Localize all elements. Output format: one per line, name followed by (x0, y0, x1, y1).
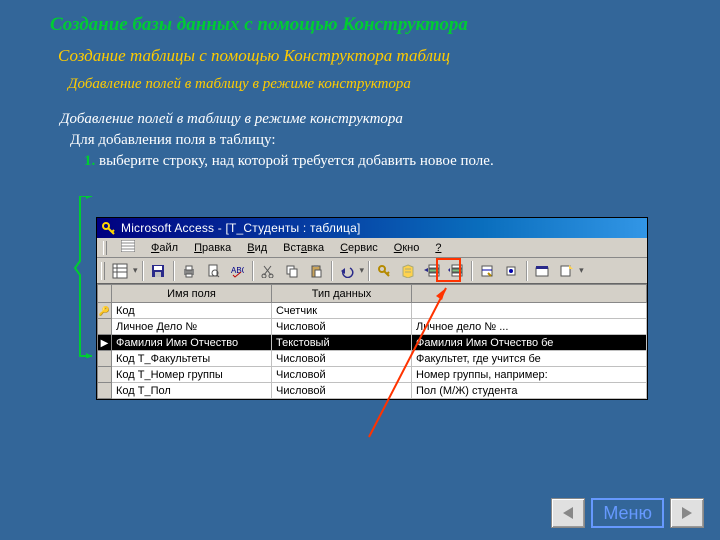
subsubtitle: Добавление полей в таблицу в режиме конс… (0, 66, 720, 93)
spellcheck-icon[interactable]: ABC (226, 260, 248, 282)
current-row-icon: ▶ (101, 338, 109, 349)
row-selector[interactable] (98, 319, 112, 335)
builder-icon[interactable] (500, 260, 522, 282)
paste-icon[interactable] (305, 260, 327, 282)
access-toolbar: ▾ ABC ▾ ▾ (97, 258, 647, 284)
table-row[interactable]: 🔑КодСчетчик (98, 303, 647, 319)
table-row[interactable]: Код Т_ФакультетыЧисловойФакультет, где у… (98, 351, 647, 367)
description-cell[interactable] (412, 303, 647, 319)
prev-button[interactable] (551, 498, 585, 528)
step-1-number: 1. (84, 153, 95, 169)
header-description (412, 285, 647, 303)
preview-icon[interactable] (202, 260, 224, 282)
design-table: Имя поля Тип данных 🔑КодСчетчикЛичное Де… (97, 284, 647, 399)
header-data-type: Тип данных (272, 285, 412, 303)
description-cell[interactable]: Личное дело № ... (412, 319, 647, 335)
field-name-cell[interactable]: Код Т_Факультеты (112, 351, 272, 367)
table-row[interactable]: Код Т_ПолЧисловойПол (М/Ж) студента (98, 383, 647, 399)
table-row[interactable]: ▶Фамилия Имя ОтчествоТекстовыйФамилия Им… (98, 335, 647, 351)
table-row[interactable]: Код Т_Номер группыЧисловойНомер группы, … (98, 367, 647, 383)
field-name-cell[interactable]: Код Т_Номер группы (112, 367, 272, 383)
field-name-cell[interactable]: Код (112, 303, 272, 319)
menu-file[interactable]: Файл (145, 241, 184, 255)
bottom-nav: Меню (551, 498, 704, 528)
form-icon[interactable] (115, 239, 141, 256)
description-cell[interactable]: Факультет, где учится бе (412, 351, 647, 367)
description-cell[interactable]: Номер группы, например: (412, 367, 647, 383)
indexes-icon[interactable] (397, 260, 419, 282)
step-1: 1. выберите строку, над которой требуетс… (0, 149, 720, 170)
menu-help[interactable]: ? (429, 241, 447, 255)
table-row[interactable]: Личное Дело №ЧисловойЛичное дело № ... (98, 319, 647, 335)
next-button[interactable] (670, 498, 704, 528)
view-button[interactable] (109, 260, 131, 282)
access-titlebar: Microsoft Access - [Т_Студенты : таблица… (97, 218, 647, 238)
menu-edit[interactable]: Правка (188, 241, 237, 255)
copy-icon[interactable] (281, 260, 303, 282)
header-field-name: Имя поля (112, 285, 272, 303)
menu-insert[interactable]: Вставка (277, 241, 330, 255)
new-object-dd[interactable]: ▾ (579, 265, 584, 276)
menubar-grip (103, 241, 107, 255)
row-selector[interactable]: ▶ (98, 335, 112, 351)
view-dd[interactable]: ▾ (133, 265, 138, 276)
field-name-cell[interactable]: Личное Дело № (112, 319, 272, 335)
field-name-cell[interactable]: Фамилия Имя Отчество (112, 335, 272, 351)
db-window-icon[interactable] (531, 260, 553, 282)
save-icon[interactable] (147, 260, 169, 282)
menu-service[interactable]: Сервис (334, 241, 384, 255)
field-name-cell[interactable]: Код Т_Пол (112, 383, 272, 399)
data-type-cell[interactable]: Числовой (272, 367, 412, 383)
arrow-left-icon (559, 504, 577, 522)
primary-key-icon[interactable] (373, 260, 395, 282)
data-type-cell[interactable]: Числовой (272, 383, 412, 399)
access-title-text: Microsoft Access - [Т_Студенты : таблица… (121, 221, 361, 235)
undo-dd[interactable]: ▾ (360, 265, 365, 276)
description-cell[interactable]: Пол (М/Ж) студента (412, 383, 647, 399)
body-heading: Добавление полей в таблицу в режиме конс… (0, 93, 720, 128)
undo-icon[interactable] (336, 260, 358, 282)
print-icon[interactable] (178, 260, 200, 282)
row-selector[interactable] (98, 351, 112, 367)
subtitle: Создание таблицы с помощью Конструктора … (0, 36, 720, 66)
cut-icon[interactable] (257, 260, 279, 282)
properties-icon[interactable] (476, 260, 498, 282)
svg-text:ABC: ABC (231, 266, 244, 275)
header-rowsel (98, 285, 112, 303)
menu-view[interactable]: Вид (241, 241, 273, 255)
insert-rows-icon[interactable] (421, 260, 443, 282)
data-type-cell[interactable]: Текстовый (272, 335, 412, 351)
menu-button[interactable]: Меню (591, 498, 664, 528)
row-selector[interactable] (98, 367, 112, 383)
body-intro: Для добавления поля в таблицу: (0, 128, 720, 149)
data-type-cell[interactable]: Числовой (272, 319, 412, 335)
step-1-text: выберите строку, над которой требуется д… (95, 153, 493, 169)
primary-key-icon: 🔑 (99, 306, 110, 316)
access-window: Microsoft Access - [Т_Студенты : таблица… (96, 217, 648, 400)
data-type-cell[interactable]: Числовой (272, 351, 412, 367)
row-selector[interactable]: 🔑 (98, 303, 112, 319)
toolbar-grip (101, 262, 105, 280)
menu-window[interactable]: Окно (388, 241, 426, 255)
row-selector[interactable] (98, 383, 112, 399)
arrow-right-icon (678, 504, 696, 522)
description-cell[interactable]: Фамилия Имя Отчество бе (412, 335, 647, 351)
access-menubar: Файл Правка Вид Вставка Сервис Окно ? (97, 238, 647, 258)
new-object-icon[interactable] (555, 260, 577, 282)
delete-rows-icon[interactable] (445, 260, 467, 282)
page-title: Создание базы данных с помощью Конструкт… (0, 0, 720, 36)
key-icon (101, 221, 115, 235)
data-type-cell[interactable]: Счетчик (272, 303, 412, 319)
